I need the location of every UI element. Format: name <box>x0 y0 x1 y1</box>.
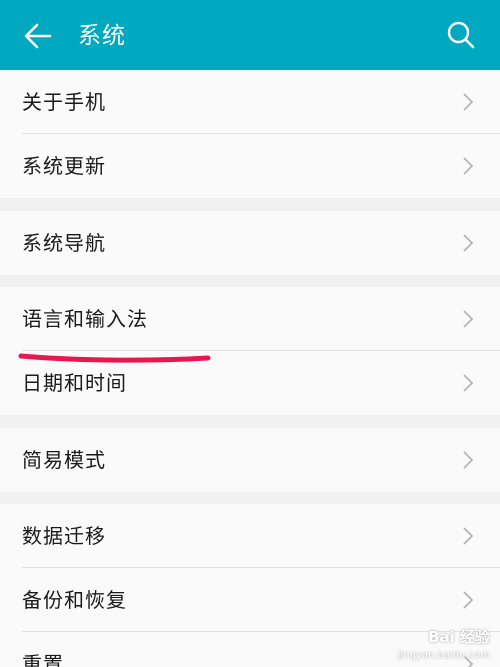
settings-item-label: 系统更新 <box>22 154 106 178</box>
chevron-right-icon <box>463 451 474 469</box>
settings-group-5: 数据迁移 备份和恢复 重置 <box>0 504 500 667</box>
search-button[interactable] <box>446 20 476 50</box>
settings-item-label: 备份和恢复 <box>22 588 127 612</box>
red-underline-annotation <box>18 353 211 363</box>
settings-item-simple-mode[interactable]: 简易模式 <box>0 428 500 492</box>
chevron-right-icon <box>463 527 474 545</box>
settings-item-backup-restore[interactable]: 备份和恢复 <box>0 568 500 632</box>
settings-screen: 系统 关于手机 系统更新 系统导航 语言和输入法 日期和时间 简易模式 数据迁移… <box>0 0 500 667</box>
settings-item-system-update[interactable]: 系统更新 <box>0 134 500 198</box>
settings-item-about-phone[interactable]: 关于手机 <box>0 70 500 134</box>
chevron-right-icon <box>463 591 474 609</box>
chevron-right-icon <box>463 157 474 175</box>
watermark-url: jingyan.baidu.com <box>397 650 490 661</box>
page-title: 系统 <box>78 23 126 49</box>
watermark-logo: Bai 经验 <box>428 628 490 646</box>
settings-group-1: 关于手机 系统更新 <box>0 70 500 198</box>
chevron-right-icon <box>463 310 474 328</box>
settings-item-label: 语言和输入法 <box>22 307 148 331</box>
settings-item-label: 关于手机 <box>22 90 106 114</box>
back-button[interactable] <box>22 20 54 52</box>
search-icon <box>447 21 475 49</box>
settings-group-2: 系统导航 <box>0 211 500 275</box>
settings-item-data-migration[interactable]: 数据迁移 <box>0 504 500 568</box>
settings-item-label: 系统导航 <box>22 231 106 255</box>
chevron-right-icon <box>463 234 474 252</box>
settings-group-4: 简易模式 <box>0 428 500 492</box>
settings-item-language-input[interactable]: 语言和输入法 <box>0 287 500 351</box>
settings-item-label: 重置 <box>22 652 64 667</box>
arrow-left-icon <box>24 23 52 49</box>
settings-item-label: 简易模式 <box>22 448 106 472</box>
settings-item-system-navigation[interactable]: 系统导航 <box>0 211 500 275</box>
chevron-right-icon <box>463 374 474 392</box>
settings-item-label: 数据迁移 <box>22 524 106 548</box>
chevron-right-icon <box>463 93 474 111</box>
app-bar: 系统 <box>0 0 500 70</box>
